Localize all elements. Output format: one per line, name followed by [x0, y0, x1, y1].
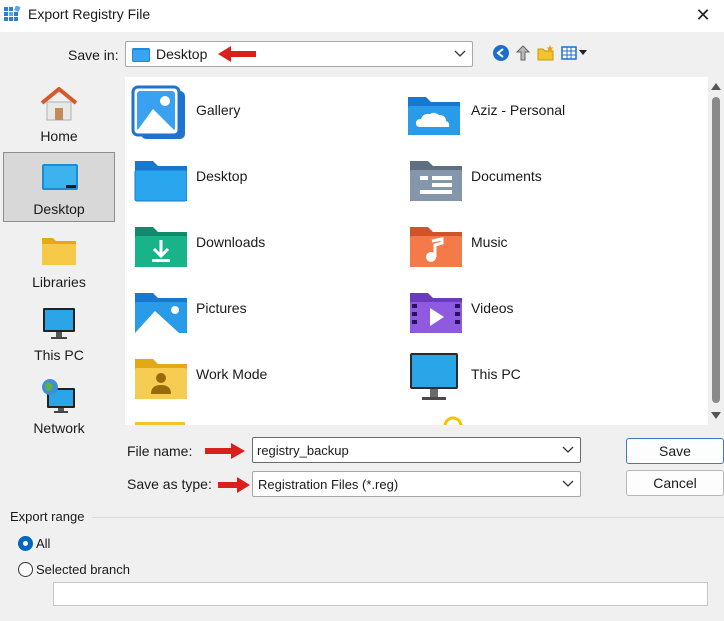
list-item[interactable]: Desktop	[125, 147, 385, 207]
partial-folder-icon	[135, 422, 185, 425]
list-item[interactable]: Music	[400, 213, 660, 273]
place-label: Network	[33, 420, 85, 436]
chevron-down-icon[interactable]	[562, 446, 574, 454]
place-libraries[interactable]: Libraries	[3, 226, 115, 296]
place-home[interactable]: Home	[3, 80, 115, 150]
place-this-pc[interactable]: This PC	[3, 299, 115, 369]
group-divider	[92, 517, 724, 518]
desktop-folder-icon	[132, 48, 150, 62]
desktop-icon	[42, 164, 78, 190]
file-label: Desktop	[196, 168, 248, 184]
file-label: Videos	[471, 300, 514, 316]
downloads-folder-icon	[135, 227, 187, 267]
chevron-down-icon	[562, 480, 574, 487]
places-bar: Home Desktop Libraries This PC Network	[0, 76, 118, 440]
file-label: Documents	[471, 168, 542, 184]
place-label: This PC	[34, 347, 84, 363]
list-item[interactable]: Videos	[400, 279, 660, 339]
file-name-combo[interactable]	[252, 437, 581, 463]
title-bar: Export Registry File ✕	[0, 0, 724, 32]
registry-editor-icon	[4, 6, 21, 21]
place-network[interactable]: Network	[3, 372, 115, 442]
chevron-down-icon	[454, 50, 466, 57]
documents-folder-icon	[410, 161, 462, 201]
user-folder-icon	[135, 359, 187, 399]
partial-ring-icon	[443, 416, 463, 425]
new-folder-icon[interactable]	[537, 44, 555, 62]
place-desktop[interactable]: Desktop	[3, 152, 115, 222]
save-button[interactable]: Save	[626, 438, 724, 464]
file-label: Gallery	[196, 102, 241, 118]
desktop-folder-icon	[134, 161, 187, 202]
save-in-label: Save in:	[68, 47, 119, 63]
file-label: Downloads	[196, 234, 266, 250]
list-item[interactable]: Downloads	[125, 213, 385, 273]
list-item[interactable]: Documents	[400, 147, 660, 207]
videos-folder-icon	[410, 293, 462, 333]
annotation-arrow-icon	[218, 477, 250, 493]
file-label: Pictures	[196, 300, 247, 316]
file-name-label: File name:	[127, 443, 193, 459]
list-item[interactable]: Work Mode	[125, 345, 385, 405]
annotation-arrow-icon	[205, 443, 245, 459]
place-label: Home	[40, 128, 78, 144]
network-icon	[42, 379, 75, 413]
view-menu-icon[interactable]	[561, 44, 589, 62]
monitor-icon	[43, 308, 75, 339]
libraries-folder-icon	[42, 238, 76, 265]
gallery-icon	[131, 85, 185, 139]
file-label: This PC	[471, 366, 521, 382]
file-list[interactable]: Gallery Aziz - Personal Desktop Document…	[125, 77, 708, 425]
save-as-type-dropdown[interactable]: Registration Files (*.reg)	[252, 471, 581, 497]
pictures-folder-icon	[135, 293, 187, 333]
scroll-down-icon[interactable]	[711, 412, 721, 420]
file-label: Work Mode	[196, 366, 268, 382]
file-label: Music	[471, 234, 508, 250]
file-list-scrollbar[interactable]	[708, 77, 724, 425]
save-in-value: Desktop	[156, 46, 208, 62]
cancel-button[interactable]: Cancel	[626, 470, 724, 496]
selected-branch-input[interactable]	[53, 582, 708, 606]
home-icon	[40, 87, 78, 121]
save-as-type-label: Save as type:	[127, 476, 212, 492]
file-label: Aziz - Personal	[471, 102, 566, 118]
place-label: Libraries	[32, 274, 86, 290]
radio-selected-branch[interactable]	[18, 562, 33, 577]
radio-selected-branch-label[interactable]: Selected branch	[36, 562, 130, 577]
onedrive-folder-icon	[408, 97, 460, 135]
list-item[interactable]: Aziz - Personal	[400, 81, 660, 141]
file-name-input[interactable]	[257, 441, 557, 459]
up-folder-icon[interactable]	[514, 44, 532, 62]
scroll-up-icon[interactable]	[711, 82, 721, 90]
list-item[interactable]: Gallery	[125, 81, 385, 141]
radio-all-label[interactable]: All	[36, 536, 50, 551]
close-icon[interactable]: ✕	[692, 4, 714, 26]
back-icon[interactable]	[492, 44, 510, 62]
list-item[interactable]: Pictures	[125, 279, 385, 339]
annotation-arrow-icon	[218, 46, 256, 62]
monitor-icon	[410, 353, 458, 400]
window-title: Export Registry File	[28, 6, 151, 22]
radio-all[interactable]	[18, 536, 33, 551]
scrollbar-thumb[interactable]	[712, 97, 720, 403]
music-folder-icon	[410, 227, 462, 267]
list-item[interactable]: This PC	[400, 345, 660, 405]
save-in-dropdown[interactable]: Desktop	[125, 41, 473, 67]
export-range-group: Export range All Selected branch	[0, 506, 724, 621]
save-as-type-value: Registration Files (*.reg)	[258, 477, 399, 492]
export-range-legend: Export range	[10, 509, 85, 524]
place-label: Desktop	[33, 201, 85, 217]
